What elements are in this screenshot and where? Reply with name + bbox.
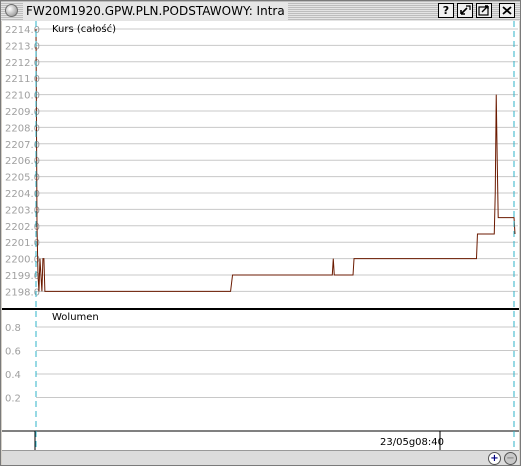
price-tick-label: 2212.0	[5, 58, 40, 69]
price-tick-label: 2201.0	[5, 238, 40, 249]
price-tick-label: 2211.0	[5, 74, 40, 85]
volume-tick-label: 0.8	[5, 323, 21, 334]
window-title: FW20M1920.GPW.PLN.PODSTAWOWY: Intra	[23, 2, 288, 20]
chart-background	[2, 21, 519, 451]
time-label: 23/05g08:40	[380, 437, 444, 448]
horizontal-scrollbar[interactable]: + −	[2, 450, 519, 465]
price-tick-label: 2199.0	[5, 271, 40, 282]
price-tick-label: 2202.0	[5, 222, 40, 233]
minimize-icon	[460, 5, 471, 15]
maximize-button[interactable]	[476, 3, 492, 18]
price-tick-label: 2204.0	[5, 189, 40, 200]
title-bar[interactable]: FW20M1920.GPW.PLN.PODSTAWOWY: Intra ?	[1, 1, 520, 21]
zoom-out-button[interactable]: −	[504, 452, 517, 465]
volume-tick-label: 0.2	[5, 394, 21, 405]
help-button[interactable]: ?	[438, 3, 454, 18]
price-panel-label: Kurs (całość)	[52, 23, 116, 35]
price-tick-label: 2214.0	[5, 25, 40, 36]
volume-panel-label: Wolumen	[52, 312, 99, 323]
price-tick-label: 2209.0	[5, 107, 40, 118]
minimize-button[interactable]	[457, 3, 473, 18]
close-icon	[502, 6, 512, 15]
volume-tick-label: 0.6	[5, 347, 21, 358]
price-tick-label: 2207.0	[5, 140, 40, 151]
window-menu-icon[interactable]	[5, 4, 18, 17]
volume-tick-label: 0.4	[5, 370, 21, 381]
price-tick-label: 2203.0	[5, 205, 40, 216]
price-tick-label: 2198.0	[5, 287, 40, 298]
price-tick-label: 2208.0	[5, 123, 40, 134]
chart-area[interactable]: 2214.0 2213.0 2212.0 2211.0 2210.0 2209.0 2208…	[2, 21, 519, 451]
price-tick-label: 2205.0	[5, 173, 40, 184]
price-axis-ticks: 2214.0 2213.0 2212.0 2211.0 2210.0 2209.0 2208…	[5, 25, 40, 298]
maximize-icon	[478, 5, 489, 16]
panel-divider[interactable]	[2, 308, 519, 310]
price-tick-label: 2206.0	[5, 156, 40, 167]
chart-window: FW20M1920.GPW.PLN.PODSTAWOWY: Intra ? 22…	[0, 0, 521, 466]
price-tick-label: 2200.0	[5, 255, 40, 266]
price-tick-label: 2213.0	[5, 41, 40, 52]
chart-canvas[interactable]: 2214.0 2213.0 2212.0 2211.0 2210.0 2209.0 2208…	[2, 21, 519, 451]
zoom-in-button[interactable]: +	[488, 452, 501, 465]
close-button[interactable]	[499, 3, 515, 18]
price-tick-label: 2210.0	[5, 91, 40, 102]
